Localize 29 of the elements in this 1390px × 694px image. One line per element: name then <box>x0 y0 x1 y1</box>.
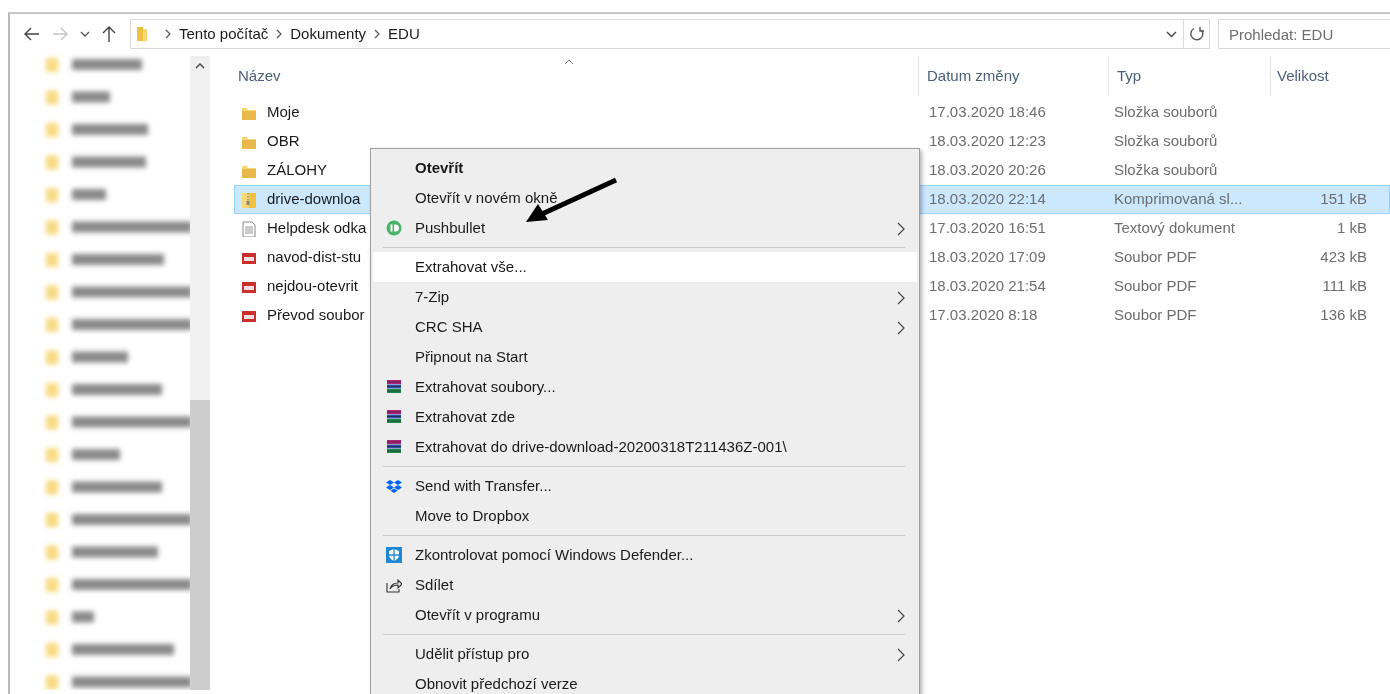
file-name: drive-downloa <box>267 189 361 210</box>
file-size: 1 kB <box>1337 219 1367 237</box>
file-type: Komprimovaná sl... <box>1114 190 1243 208</box>
file-type: Složka souborů <box>1114 161 1218 179</box>
modified-date: 17.03.2020 16:51 <box>929 219 1046 237</box>
file-size: 151 kB <box>1320 190 1367 208</box>
file-type: Složka souborů <box>1114 132 1218 150</box>
modified-date: 17.03.2020 8:18 <box>929 306 1038 324</box>
file-type: Soubor PDF <box>1114 306 1197 324</box>
modified-date: 18.03.2020 17:09 <box>929 248 1046 266</box>
file-type: Textový dokument <box>1114 219 1235 237</box>
file-name: Moje <box>267 102 300 123</box>
file-name: nejdou-otevrit <box>267 276 358 297</box>
file-type: Soubor PDF <box>1114 248 1197 266</box>
file-name: OBR <box>267 131 300 152</box>
file-type: Soubor PDF <box>1114 277 1197 295</box>
file-size: 423 kB <box>1320 248 1367 266</box>
modified-date: 18.03.2020 21:54 <box>929 277 1046 295</box>
file-type: Složka souborů <box>1114 103 1218 121</box>
modified-date: 18.03.2020 22:14 <box>929 190 1046 208</box>
modified-date: 18.03.2020 12:23 <box>929 132 1046 150</box>
file-size: 111 kB <box>1322 277 1367 295</box>
file-name: ZÁLOHY <box>267 160 327 181</box>
file-name: Helpdesk odka <box>267 218 367 239</box>
modified-date: 17.03.2020 18:46 <box>929 103 1046 121</box>
modified-date: 18.03.2020 20:26 <box>929 161 1046 179</box>
file-name: Převod soubor <box>267 305 365 326</box>
file-name: navod-dist-stu <box>267 247 362 268</box>
file-size: 136 kB <box>1320 306 1367 324</box>
